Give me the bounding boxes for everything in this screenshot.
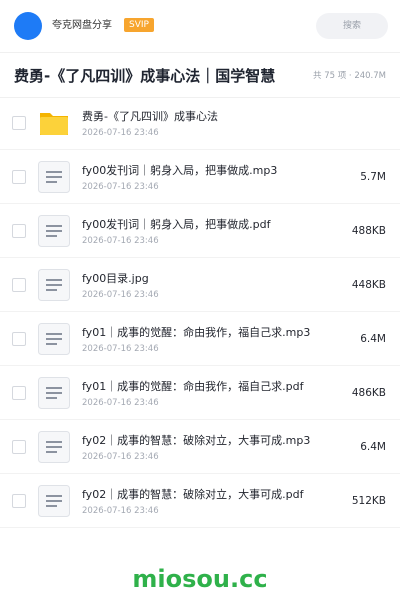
file-size: 448KB: [351, 279, 386, 291]
file-row[interactable]: fy00目录.jpg 2026-07-16 23:46 448KB: [0, 258, 400, 312]
svip-badge: SVIP: [124, 18, 154, 32]
file-size: 512KB: [351, 495, 386, 507]
top-bar: 夸克网盘分享 SVIP 搜索: [0, 0, 400, 50]
file-size: 486KB: [351, 387, 386, 399]
file-row[interactable]: fy01｜成事的觉醒：命由我作，福自己求.pdf 2026-07-16 23:46…: [0, 366, 400, 420]
page-title: 费勇-《了凡四训》成事心法｜国学智慧: [14, 67, 276, 85]
file-row[interactable]: fy00发刊词｜躬身入局，把事做成.mp3 2026-07-16 23:46 5.7…: [0, 150, 400, 204]
row-checkbox[interactable]: [12, 170, 26, 184]
file-size: 5.7M: [360, 171, 386, 183]
avatar[interactable]: [14, 12, 42, 40]
file-size: 6.4M: [360, 441, 386, 453]
row-checkbox[interactable]: [12, 116, 26, 130]
file-size: 6.4M: [360, 333, 386, 345]
document-icon: [38, 161, 70, 193]
title-row: 费勇-《了凡四训》成事心法｜国学智慧 共 75 项 · 240.7M: [0, 52, 400, 98]
file-date: 2026-07-16 23:46: [82, 182, 159, 192]
row-checkbox[interactable]: [12, 224, 26, 238]
row-checkbox[interactable]: [12, 332, 26, 346]
file-date: 2026-07-16 23:46: [82, 452, 159, 462]
sharer-name: 夸克网盘分享: [52, 20, 112, 31]
file-name: fy01｜成事的觉醒：命由我作，福自己求.mp3: [82, 326, 311, 339]
folder-row[interactable]: 费勇-《了凡四训》成事心法 2026-07-16 23:46: [0, 96, 400, 150]
file-size: 488KB: [351, 225, 386, 237]
search-input[interactable]: 搜索: [316, 13, 388, 39]
file-date: 2026-07-16 23:46: [82, 128, 159, 138]
file-list: 费勇-《了凡四训》成事心法 2026-07-16 23:46 fy00发刊词｜躬身入…: [0, 96, 400, 528]
document-icon: [38, 323, 70, 355]
document-icon: [38, 215, 70, 247]
document-icon: [38, 485, 70, 517]
file-name: fy00目录.jpg: [82, 272, 149, 285]
file-row[interactable]: fy02｜成事的智慧：破除对立，大事可成.pdf 2026-07-16 23:46…: [0, 474, 400, 528]
file-date: 2026-07-16 23:46: [82, 236, 159, 246]
document-icon: [38, 431, 70, 463]
file-name: fy00发刊词｜躬身入局，把事做成.mp3: [82, 164, 278, 177]
file-date: 2026-07-16 23:46: [82, 506, 159, 516]
file-date: 2026-07-16 23:46: [82, 344, 159, 354]
row-checkbox[interactable]: [12, 386, 26, 400]
file-name: fy01｜成事的觉醒：命由我作，福自己求.pdf: [82, 380, 304, 393]
watermark: miosou.cc: [132, 565, 268, 593]
row-checkbox[interactable]: [12, 440, 26, 454]
file-row[interactable]: fy00发刊词｜躬身入局，把事做成.pdf 2026-07-16 23:46 488…: [0, 204, 400, 258]
file-date: 2026-07-16 23:46: [82, 398, 159, 408]
file-name: fy00发刊词｜躬身入局，把事做成.pdf: [82, 218, 271, 231]
file-date: 2026-07-16 23:46: [82, 290, 159, 300]
file-name: fy02｜成事的智慧：破除对立，大事可成.mp3: [82, 434, 311, 447]
folder-icon: [38, 107, 70, 139]
file-name: 费勇-《了凡四训》成事心法: [82, 110, 218, 123]
item-summary: 共 75 项 · 240.7M: [313, 71, 386, 81]
row-checkbox[interactable]: [12, 494, 26, 508]
row-checkbox[interactable]: [12, 278, 26, 292]
document-icon: [38, 377, 70, 409]
file-row[interactable]: fy02｜成事的智慧：破除对立，大事可成.mp3 2026-07-16 23:46…: [0, 420, 400, 474]
file-name: fy02｜成事的智慧：破除对立，大事可成.pdf: [82, 488, 304, 501]
file-row[interactable]: fy01｜成事的觉醒：命由我作，福自己求.mp3 2026-07-16 23:46…: [0, 312, 400, 366]
document-icon: [38, 269, 70, 301]
